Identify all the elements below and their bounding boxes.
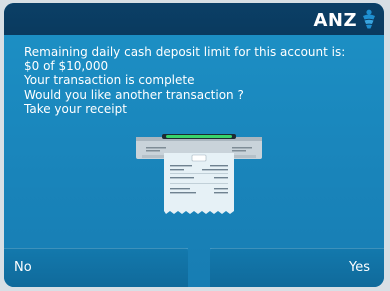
- yes-button-label: Yes: [349, 260, 370, 275]
- no-button[interactable]: No: [4, 248, 188, 287]
- receipt-printer-icon: [136, 134, 262, 214]
- atm-screen: ANZ Remaining daily cash deposit limit f…: [4, 3, 384, 287]
- yes-button[interactable]: Yes: [210, 248, 384, 287]
- header-bar: ANZ: [4, 3, 384, 35]
- deposit-limit-label: Remaining daily cash deposit limit for t…: [24, 45, 346, 59]
- no-button-label: No: [14, 260, 32, 275]
- deposit-limit-value: $0 of $10,000: [24, 59, 109, 74]
- brand-logo-text: ANZ: [313, 10, 357, 31]
- another-transaction-prompt: Would you like another transaction ?: [24, 87, 244, 102]
- transaction-message: Remaining daily cash deposit limit for t…: [24, 45, 374, 116]
- transaction-complete-text: Your transaction is complete: [24, 73, 195, 88]
- anz-figure-icon: [363, 9, 375, 29]
- take-receipt-instruction: Take your receipt: [24, 101, 127, 116]
